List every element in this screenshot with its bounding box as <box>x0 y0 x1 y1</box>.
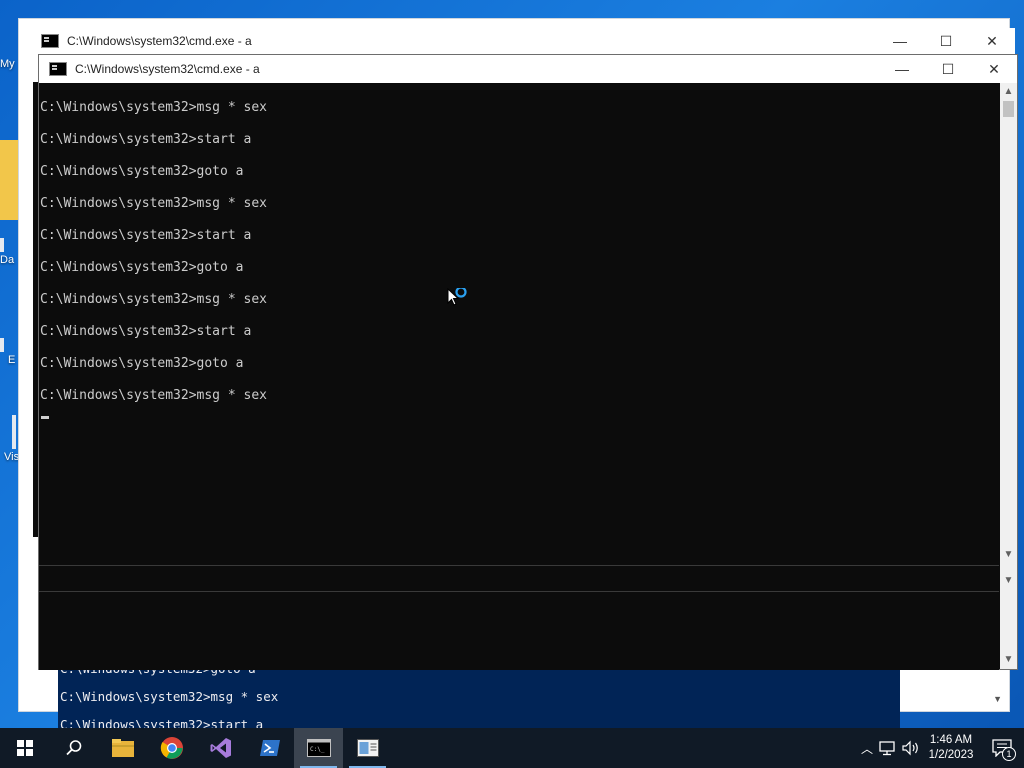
minimize-button[interactable]: — <box>877 28 923 54</box>
maximize-button[interactable]: ☐ <box>923 28 969 54</box>
back-window-titlebar[interactable]: C:\Windows\system32\cmd.exe - a — ☐ ✕ <box>33 28 1015 54</box>
search-icon <box>65 740 81 756</box>
console-line: C:\Windows\system32>start a <box>40 324 252 339</box>
windows-logo-icon <box>16 740 33 756</box>
close-button[interactable]: ✕ <box>969 28 1015 54</box>
scrollbar-thumb[interactable] <box>1003 101 1014 117</box>
cmd-window[interactable]: C:\Windows\system32\cmd.exe - a — ☐ ✕ C:… <box>38 54 1018 670</box>
file-explorer-icon <box>111 739 134 757</box>
taskbar-clock[interactable]: 1:46 AM 1/2/2023 <box>922 733 980 763</box>
scroll-down-arrow-icon[interactable]: ▼ <box>1000 651 1017 667</box>
vertical-scrollbar[interactable]: ▲ ▼ ▼ ▼ <box>1000 83 1017 669</box>
desktop-icon-label: Da <box>0 254 15 266</box>
scroll-up-arrow-icon[interactable]: ▲ <box>1000 83 1017 99</box>
folder-icon <box>0 140 20 220</box>
taskbar-file-explorer[interactable] <box>98 728 147 768</box>
scroll-down-arrow-icon[interactable]: ▼ <box>1000 572 1017 588</box>
console-line: C:\Windows\system32>start a <box>40 228 252 243</box>
app-icon <box>0 238 4 252</box>
svg-text:C:\_: C:\_ <box>310 746 325 753</box>
console-output[interactable]: C:\Windows\system32>msg * sex C:\Windows… <box>39 83 999 563</box>
app-icon <box>12 415 16 449</box>
volume-icon[interactable] <box>900 740 922 756</box>
desktop-icon-label: Vis <box>4 451 20 463</box>
chevron-up-icon[interactable]: ︿ <box>856 740 878 757</box>
back-console-output: C:\Windows\system32>goto a C:\Windows\sy… <box>58 662 900 728</box>
search-button[interactable] <box>49 728 98 768</box>
desktop-icon-label: My <box>0 58 15 70</box>
system-tray: ︿ 1:46 AM 1/2/2023 1 <box>856 728 1024 768</box>
app-window-icon <box>356 739 379 757</box>
visual-studio-icon <box>210 738 231 758</box>
console-line: C:\Windows\system32>goto a <box>40 260 244 275</box>
app-icon <box>0 338 4 352</box>
console-lower-pane <box>39 565 999 670</box>
back-console-line: C:\Windows\system32>msg * sex <box>60 689 279 704</box>
clock-date: 1/2/2023 <box>928 749 974 761</box>
desktop-icon-label: E <box>8 354 16 366</box>
cmd-app-icon <box>49 62 67 76</box>
powershell-icon <box>259 740 280 756</box>
console-line: C:\Windows\system32>msg * sex <box>40 196 267 211</box>
taskbar-cmd[interactable]: C:\_ <box>294 728 343 768</box>
console-line: C:\Windows\system32>msg * sex <box>40 100 267 115</box>
cmd-icon: C:\_ <box>306 739 331 757</box>
minimize-button[interactable]: — <box>879 55 925 83</box>
console-line: C:\Windows\system32>msg * sex <box>40 292 267 307</box>
clock-time: 1:46 AM <box>929 734 973 746</box>
back-window-title: C:\Windows\system32\cmd.exe - a <box>67 34 252 48</box>
action-center-button[interactable]: 1 <box>980 728 1024 768</box>
scroll-down-arrow-icon[interactable]: ▼ <box>1000 546 1017 562</box>
console-line: C:\Windows\system32>goto a <box>40 164 244 179</box>
close-button[interactable]: ✕ <box>971 55 1017 83</box>
taskbar-powershell[interactable] <box>245 728 294 768</box>
back-window-scrollbar[interactable]: ▼ <box>916 668 1006 708</box>
cmd-window-titlebar[interactable]: C:\Windows\system32\cmd.exe - a — ☐ ✕ <box>39 55 1017 83</box>
text-cursor <box>41 416 49 419</box>
console-line: C:\Windows\system32>goto a <box>40 356 244 371</box>
notification-count-badge: 1 <box>1002 747 1016 761</box>
maximize-button[interactable]: ☐ <box>925 55 971 83</box>
taskbar-visual-studio[interactable] <box>196 728 245 768</box>
back-console-line: C:\Windows\system32>start a <box>60 717 264 728</box>
scroll-down-arrow-icon[interactable]: ▼ <box>993 694 1002 704</box>
cmd-window-title: C:\Windows\system32\cmd.exe - a <box>75 62 260 76</box>
taskbar-chrome[interactable] <box>147 728 196 768</box>
cmd-app-icon <box>41 34 59 48</box>
busy-cursor-icon <box>447 288 467 306</box>
network-icon[interactable] <box>878 740 900 756</box>
pane-divider <box>39 591 999 592</box>
taskbar-app-window[interactable] <box>343 728 392 768</box>
chrome-icon <box>160 737 183 759</box>
console-line: C:\Windows\system32>msg * sex <box>40 388 267 403</box>
taskbar: C:\_ ︿ 1:46 AM 1/2/2023 1 <box>0 728 1024 768</box>
console-line: C:\Windows\system32>start a <box>40 132 252 147</box>
start-button[interactable] <box>0 728 49 768</box>
